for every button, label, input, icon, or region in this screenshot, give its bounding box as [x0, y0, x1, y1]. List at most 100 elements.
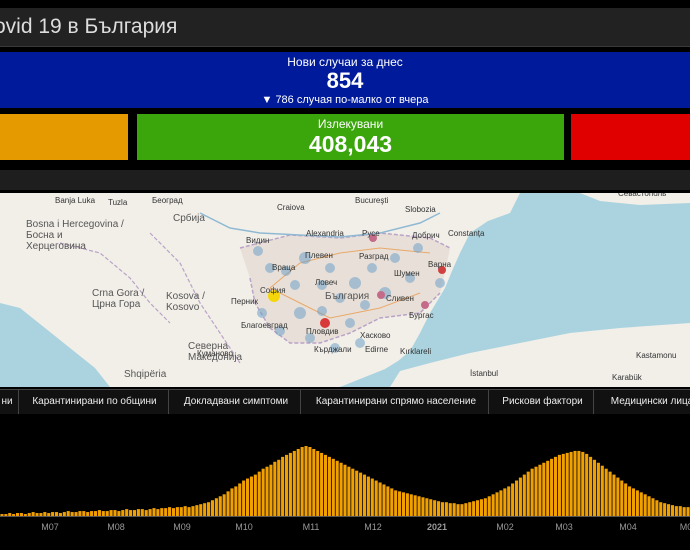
chart-bar [19, 513, 23, 516]
chart-bar [413, 495, 417, 516]
map-label-karabuk: Karabük [612, 373, 642, 382]
chart-bar [43, 512, 47, 516]
map-view[interactable]: Bosna i Hercegovina / Босна и Херцеговина … [0, 193, 690, 387]
tab-risk-factors[interactable]: Рискови фактори [492, 390, 594, 414]
chart-bar [339, 462, 343, 516]
map-label-plovdiv: Пловдив [306, 327, 339, 336]
tab-medical-staff[interactable]: Медицински лица [597, 390, 690, 414]
chart-bar [113, 510, 117, 516]
chart-bar [608, 471, 612, 516]
chart-bar [0, 514, 4, 516]
chart-bar [612, 474, 616, 516]
map-label-bulgaria: България [325, 291, 370, 302]
chart-bar [179, 507, 183, 516]
map-label-banja-luka: Banja Luka [55, 196, 96, 205]
chart-bar [624, 483, 628, 516]
chart-bar [12, 514, 16, 516]
chart-bar [553, 456, 558, 516]
chart-bar [670, 505, 675, 516]
chart-bar [199, 504, 203, 516]
chart-bar [144, 510, 148, 516]
chart-bar [659, 502, 663, 516]
chart-bar [667, 504, 671, 516]
map-label-kumanovo: Куманово [197, 349, 233, 358]
map-label-vidin: Видин [246, 236, 270, 245]
chart-bar [577, 450, 581, 516]
chart-bar [534, 466, 538, 516]
map-label-varna: Варна [428, 260, 452, 269]
recovered-value: 408,043 [308, 131, 393, 157]
chart-bar [596, 462, 600, 516]
chart-bar [222, 494, 226, 516]
map-label-bosnia: Bosna i Hercegovina / Босна и Херцеговина [26, 219, 124, 252]
chart-bar [214, 498, 218, 516]
chart-bar [226, 491, 230, 516]
chart-bar [378, 482, 382, 516]
map-label-kardzhali: Кърджали [314, 345, 352, 354]
chart-bar [600, 465, 604, 516]
chart-bar [347, 466, 351, 516]
chart-bar [152, 508, 156, 516]
chart-bar [117, 511, 121, 516]
chart-bar [561, 453, 565, 516]
map-label-sevastopol: Севастополь [618, 193, 667, 198]
chart-bar [97, 510, 101, 516]
map-label-kosovo: Kosova / Kosovo [166, 291, 205, 313]
chart-bar [207, 502, 211, 516]
chart-bar [257, 471, 261, 516]
recovered-label: Излекувани [317, 117, 384, 131]
chart-bar [253, 474, 257, 516]
chart-bar [409, 494, 413, 516]
chart-bar [191, 506, 195, 516]
map-label-istanbul: İstanbul [470, 369, 499, 378]
map-label-serbia: Србија [173, 213, 205, 224]
chart-bar [300, 446, 304, 516]
chart-bar [429, 499, 433, 516]
chart-bar [674, 506, 678, 516]
chart-bar [308, 446, 312, 516]
chart-bar [514, 480, 519, 516]
chart-bar [156, 509, 160, 516]
chart-bar [168, 507, 172, 516]
chart-bar [421, 497, 425, 516]
tab-reported-symptoms[interactable]: Докладвани симптоми [172, 390, 301, 414]
chart-bar [39, 513, 43, 516]
map-label-albania: Shqipëria [124, 369, 167, 380]
chart-bar [382, 484, 386, 516]
chart-bar [639, 492, 643, 516]
chart-bar [132, 510, 137, 516]
tab-partial[interactable]: ни [0, 390, 19, 414]
chart-bar [121, 510, 125, 516]
chart-x-tick-label: M12 [364, 522, 382, 532]
chart-bar [585, 453, 589, 516]
chart-bar [261, 468, 265, 516]
map-label-vratsa: Враца [272, 263, 296, 272]
chart-bar [386, 486, 390, 516]
chart-bar [210, 500, 215, 516]
tab-quarantined-by-municipality[interactable]: Карантинирани по общини [21, 390, 169, 414]
chart-bar [538, 464, 542, 516]
chart-bar [230, 488, 234, 516]
chart-bar [296, 448, 300, 516]
chart-bar [374, 480, 378, 516]
chart-bar [620, 480, 624, 516]
chart-bar [362, 474, 367, 516]
chart-x-tick-label: M0 [680, 522, 690, 532]
new-cases-delta: ▼ 786 случая по-малко от вчера [261, 94, 429, 106]
chart-bar [51, 512, 55, 516]
map-label-ruse: Русе [362, 229, 380, 238]
chart-bar [23, 514, 27, 516]
map-label-craiova: Craiova [277, 203, 305, 212]
map-label-constanta: Constanța [448, 229, 485, 238]
chart-bar [58, 513, 62, 516]
chart-bar [460, 504, 464, 516]
chart-bar [281, 456, 285, 516]
tab-quarantined-vs-population[interactable]: Карантинирани спрямо население [304, 390, 489, 414]
chart-bar [472, 501, 476, 516]
chart-bar [631, 488, 636, 516]
chart-bar [581, 451, 585, 516]
chart-x-tick-label: M11 [303, 522, 320, 532]
map-toolbar [0, 170, 690, 190]
chart-bar [320, 452, 324, 516]
chart-bar [74, 512, 78, 516]
